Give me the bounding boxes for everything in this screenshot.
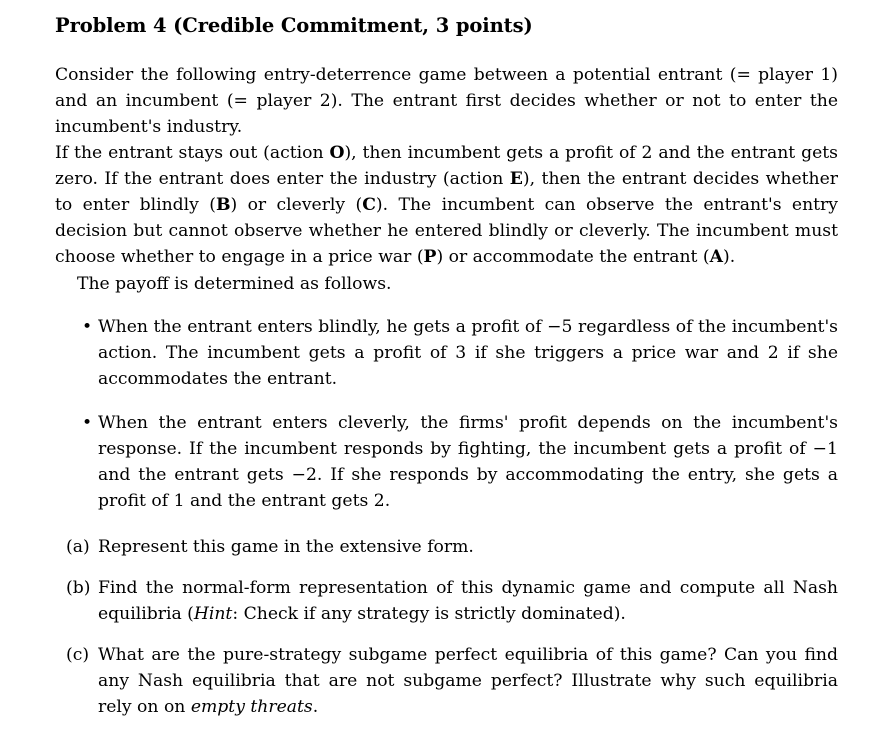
intro-2-part-f: ) or accommodate the entrant ( — [436, 247, 710, 267]
list-item-text: When the entrant enters cleverly, the fi… — [98, 413, 838, 511]
list-item: • When the entrant enters blindly, he ge… — [55, 314, 838, 392]
list-item: • When the entrant enters cleverly, the … — [55, 410, 838, 514]
action-label-o: O — [329, 143, 345, 163]
intro-2-part-g: ). — [722, 247, 736, 267]
action-label-p: P — [423, 247, 437, 267]
hint-label: Hint — [193, 604, 233, 624]
question-marker-c: (c) — [66, 645, 90, 665]
intro-paragraph-1: Consider the following entry-deterrence … — [55, 62, 838, 140]
list-item-text: When the entrant enters blindly, he gets… — [98, 317, 838, 389]
question-item-c: (c) What are the pure-strategy subgame p… — [55, 642, 838, 720]
document-page: Problem 4 (Credible Commitment, 3 points… — [0, 0, 888, 732]
question-item-b: (b) Find the normal-form representation … — [55, 575, 838, 627]
action-label-a: A — [709, 247, 723, 267]
action-label-c: C — [362, 195, 376, 215]
intro-paragraph-2: If the entrant stays out (action O), the… — [55, 140, 838, 270]
document-body: Problem 4 (Credible Commitment, 3 points… — [55, 14, 838, 720]
question-text-c-after: . — [312, 697, 319, 717]
bullet-icon: • — [82, 317, 93, 337]
action-label-b: B — [215, 195, 231, 215]
emphasis-empty-threats: empty threats — [190, 697, 313, 717]
payoff-lead-paragraph: The payoff is determined as follows. — [77, 274, 392, 294]
question-marker-a: (a) — [66, 537, 90, 557]
page-title: Problem 4 (Credible Commitment, 3 points… — [55, 14, 533, 37]
question-marker-b: (b) — [66, 578, 91, 598]
question-list: (a) Represent this game in the extensive… — [55, 534, 838, 720]
payoff-bullet-list: • When the entrant enters blindly, he ge… — [55, 314, 838, 514]
question-item-a: (a) Represent this game in the extensive… — [55, 534, 838, 560]
action-label-e: E — [509, 169, 523, 189]
question-text-b-after: : Check if any strategy is strictly domi… — [232, 604, 626, 624]
question-text-a: Represent this game in the extensive for… — [98, 537, 474, 557]
intro-2-part-d: ) or cleverly ( — [230, 195, 363, 215]
intro-paragraph-1-text: Consider the following entry-deterrence … — [55, 65, 838, 137]
bullet-icon: • — [82, 413, 93, 433]
intro-2-part-a: If the entrant stays out (action — [55, 143, 330, 163]
